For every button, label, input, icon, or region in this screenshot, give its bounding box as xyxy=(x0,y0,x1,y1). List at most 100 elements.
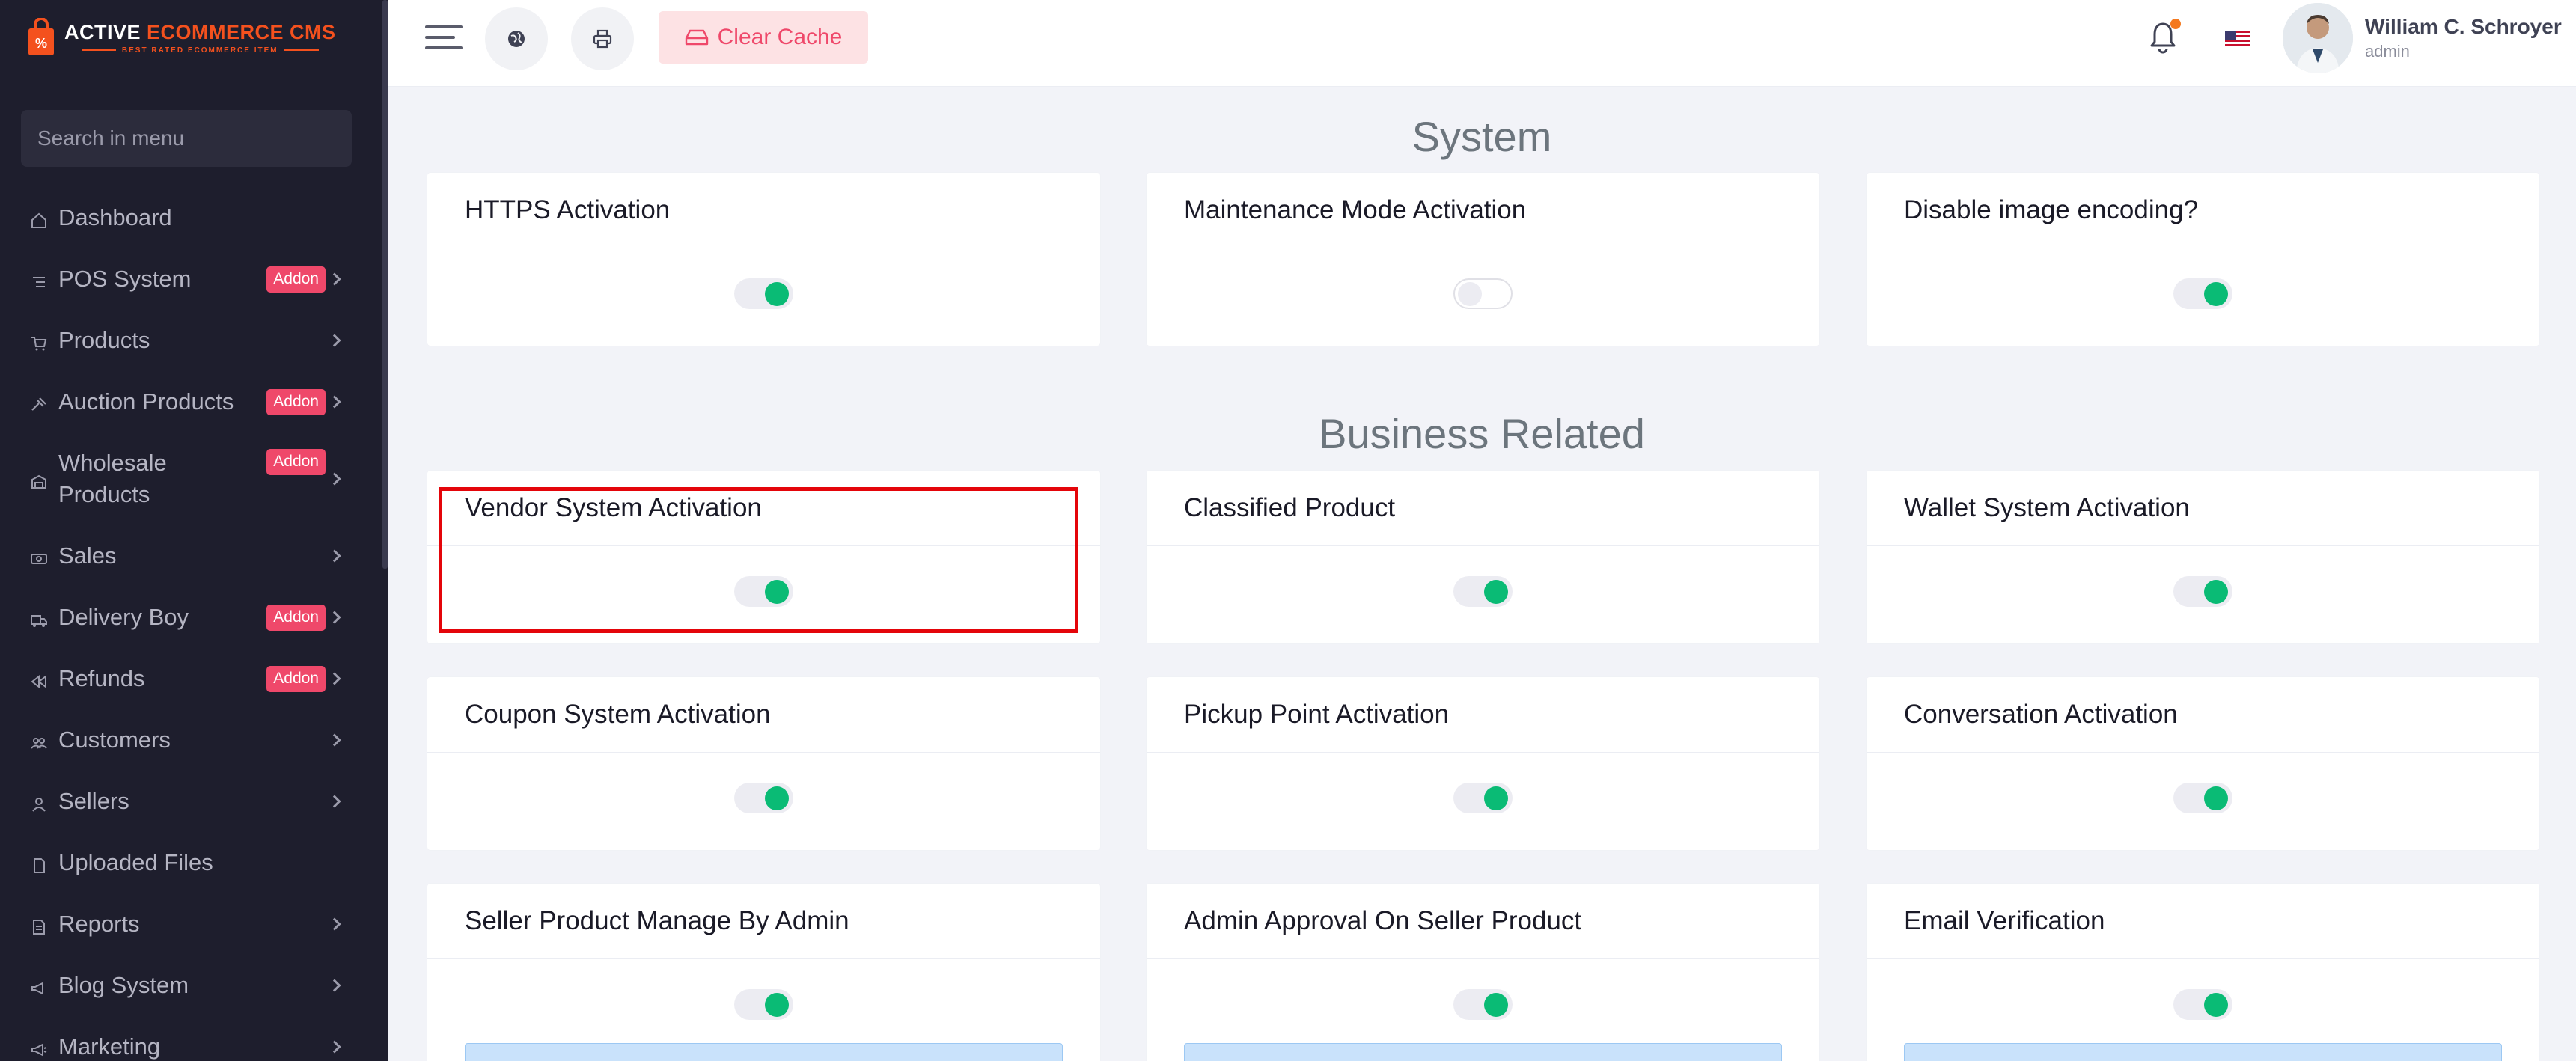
setting-card-body xyxy=(1147,546,1819,643)
megaphone-icon xyxy=(30,1038,48,1057)
gavel-icon xyxy=(30,393,48,411)
toggle-knob xyxy=(1484,580,1508,604)
info-alert xyxy=(1904,1043,2502,1061)
user-avatar[interactable] xyxy=(2283,3,2353,73)
setting-card-body xyxy=(427,248,1100,346)
brand-title: ACTIVE ECOMMERCE CMS xyxy=(64,20,336,43)
users-icon xyxy=(30,731,48,749)
brand-logo[interactable]: % ACTIVE ECOMMERCE CMS BEST RATED ECOMME… xyxy=(27,17,336,57)
backward-icon xyxy=(30,670,48,689)
info-alert xyxy=(465,1043,1063,1061)
setting-card-title: Pickup Point Activation xyxy=(1147,677,1819,753)
sidebar-item-pos-system[interactable]: POS System Addon xyxy=(0,248,382,310)
setting-card-pickup: Pickup Point Activation xyxy=(1147,677,1819,850)
pos-print-button[interactable] xyxy=(571,7,634,70)
sidebar-item-label: Wholesale Products xyxy=(58,450,167,507)
shopping-bag-icon: % xyxy=(27,17,55,57)
cart-icon xyxy=(30,331,48,351)
file-icon xyxy=(30,915,48,935)
highlight-box xyxy=(439,487,1078,633)
toggle-switch-image-encoding[interactable] xyxy=(2173,278,2232,309)
bullhorn-icon xyxy=(30,976,48,995)
addon-badge: Addon xyxy=(266,266,326,293)
sidebar-item-refunds[interactable]: Refunds Addon xyxy=(0,648,382,709)
setting-card-body xyxy=(1147,753,1819,850)
sidebar-item-wholesale-products[interactable]: Wholesale Products Addon xyxy=(0,432,382,525)
addon-badge: Addon xyxy=(266,388,326,415)
toggle-knob xyxy=(2204,580,2228,604)
setting-card-title: Maintenance Mode Activation xyxy=(1147,173,1819,248)
toggle-switch-coupon[interactable] xyxy=(734,783,793,813)
sidebar-item-marketing[interactable]: Marketing xyxy=(0,1016,382,1061)
sidebar-item-dashboard[interactable]: Dashboard xyxy=(0,187,382,248)
toggle-knob xyxy=(765,786,789,810)
setting-card-title: Classified Product xyxy=(1147,471,1819,546)
money-icon xyxy=(30,547,48,565)
setting-card-coupon: Coupon System Activation xyxy=(427,677,1100,850)
setting-card-classified: Classified Product xyxy=(1147,471,1819,643)
list-icon xyxy=(30,270,48,288)
sidebar-item-uploaded-files[interactable]: Uploaded Files xyxy=(0,832,382,893)
toggle-knob xyxy=(1484,786,1508,810)
brand-subtitle: BEST RATED ECOMMERCE ITEM xyxy=(64,46,336,55)
toggle-knob xyxy=(1458,282,1482,306)
setting-card-seller-manage: Seller Product Manage By Admin xyxy=(427,884,1100,1061)
toggle-switch-wallet[interactable] xyxy=(2173,576,2232,607)
sidebar-item-auction-products[interactable]: Auction Products Addon xyxy=(0,371,382,432)
info-alert xyxy=(1184,1043,1782,1061)
setting-card-title: Wallet System Activation xyxy=(1867,471,2539,546)
toggle-knob xyxy=(2204,993,2228,1017)
sidebar-item-reports[interactable]: Reports xyxy=(0,893,382,955)
setting-card-title: Coupon System Activation xyxy=(427,677,1100,753)
sidebar-item-sales[interactable]: Sales xyxy=(0,525,382,587)
toggle-switch-https[interactable] xyxy=(734,278,793,309)
sidebar-menu: Dashboard POS System Addon Products Auction … xyxy=(0,187,382,1061)
setting-card-body xyxy=(427,753,1100,850)
sidebar-scrollbar[interactable] xyxy=(382,0,388,569)
setting-card-title: Email Verification xyxy=(1867,884,2539,959)
setting-card-body xyxy=(1147,959,1819,1061)
sidebar-item-blog-system[interactable]: Blog System xyxy=(0,955,382,1016)
setting-card-conversation: Conversation Activation xyxy=(1867,677,2539,850)
toggle-knob xyxy=(765,282,789,306)
addon-badge: Addon xyxy=(266,604,326,631)
toggle-switch-conversation[interactable] xyxy=(2173,783,2232,813)
setting-card-title: Seller Product Manage By Admin xyxy=(427,884,1100,959)
toggle-switch-admin-approval[interactable] xyxy=(1453,989,1513,1020)
setting-card-image-encoding: Disable image encoding? xyxy=(1867,173,2539,346)
clear-cache-button[interactable]: Clear Cache xyxy=(659,11,868,64)
user-name[interactable]: William C. Schroyer xyxy=(2365,15,2562,39)
sidebar-item-delivery-boy[interactable]: Delivery Boy Addon xyxy=(0,587,382,648)
setting-card-body xyxy=(1867,248,2539,346)
menu-toggle-icon[interactable] xyxy=(425,22,463,52)
toggle-switch-seller-manage[interactable] xyxy=(734,989,793,1020)
truck-icon xyxy=(30,608,48,627)
setting-card-title: Disable image encoding? xyxy=(1867,173,2539,248)
toggle-switch-pickup[interactable] xyxy=(1453,783,1513,813)
warehouse-icon xyxy=(30,470,48,489)
toggle-knob xyxy=(1484,993,1508,1017)
setting-card-title: HTTPS Activation xyxy=(427,173,1100,248)
folder-icon xyxy=(30,854,48,873)
toggle-switch-classified[interactable] xyxy=(1453,576,1513,607)
setting-card-maintenance: Maintenance Mode Activation xyxy=(1147,173,1819,346)
toggle-knob xyxy=(2204,786,2228,810)
sidebar-item-products[interactable]: Products xyxy=(0,310,382,371)
setting-card-body xyxy=(427,959,1100,1061)
setting-card-title: Conversation Activation xyxy=(1867,677,2539,753)
toggle-switch-email-verification[interactable] xyxy=(2173,989,2232,1020)
setting-card-body xyxy=(1867,959,2539,1061)
addon-badge: Addon xyxy=(266,665,326,692)
setting-card-body xyxy=(1147,248,1819,346)
toggle-switch-maintenance[interactable] xyxy=(1453,278,1513,309)
svg-text:%: % xyxy=(35,36,47,51)
website-button[interactable] xyxy=(485,7,548,70)
setting-card-wallet: Wallet System Activation xyxy=(1867,471,2539,643)
globe-icon xyxy=(508,31,525,47)
menu-search-input[interactable] xyxy=(21,110,352,167)
sidebar-item-customers[interactable]: Customers xyxy=(0,709,382,771)
us-flag-icon[interactable] xyxy=(2225,31,2250,49)
sidebar-item-sellers[interactable]: Sellers xyxy=(0,771,382,832)
setting-card-body xyxy=(1867,546,2539,643)
chevron-right-icon xyxy=(328,472,341,486)
